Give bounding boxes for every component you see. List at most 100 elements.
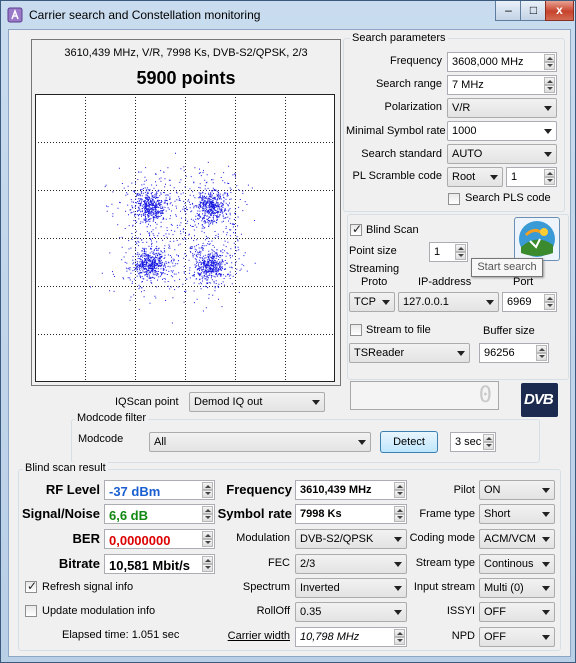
spin-down-icon (202, 564, 213, 572)
fec-value: 2/3 (300, 558, 316, 570)
point-size-input[interactable]: 1 (429, 242, 468, 262)
rolloff-select[interactable]: 0.35 (295, 602, 407, 622)
npd-value: OFF (484, 631, 506, 643)
frame-type-select[interactable]: Short (479, 504, 555, 524)
detect-button[interactable]: Detect (380, 431, 438, 453)
refresh-signal-checkbox[interactable] (25, 579, 37, 593)
result-frequency-field: 3610,439 MHz (295, 480, 407, 500)
rolloff-label: RollOff (256, 605, 290, 617)
dvb-logo-text: DVB (524, 391, 554, 408)
fec-select[interactable]: 2/3 (295, 554, 407, 574)
modulation-select[interactable]: DVB-S2/QPSK (295, 529, 407, 549)
spin-up-icon (202, 482, 213, 490)
frequency-input[interactable]: 3608,000 MHz (447, 52, 557, 72)
spin-down-icon (202, 539, 213, 547)
carrier-width-value: 10,798 MHz (300, 631, 360, 643)
coding-mode-select[interactable]: ACM/VCM (479, 529, 555, 549)
search-pls-checkbox[interactable] (448, 193, 460, 205)
packet-counter-value: 0 (478, 383, 492, 408)
stream-to-file-checkbox[interactable] (350, 324, 362, 336)
spin-up-icon (202, 556, 213, 564)
npd-label: NPD (451, 630, 475, 642)
detect-time-input[interactable]: 3 sec (450, 432, 496, 452)
result-frequency-label: Frequency (226, 482, 292, 497)
constellation-header: 3610,439 MHz, V/R, 7998 Ks, DVB-S2/QPSK,… (64, 47, 308, 59)
input-stream-select[interactable]: Multi (0) (479, 578, 555, 598)
min-symbol-rate-select[interactable]: 1000 (447, 121, 557, 141)
pilot-select[interactable]: ON (479, 480, 555, 500)
spin-down-icon[interactable] (483, 442, 494, 450)
search-standard-select[interactable]: AUTO (447, 144, 557, 164)
pl-scramble-code-value: 1 (511, 171, 518, 183)
spin-up-icon[interactable] (544, 54, 555, 62)
stream-to-file-label: Stream to file (366, 324, 431, 336)
maximize-button[interactable]: □ (520, 1, 547, 21)
streaming-label: Streaming (349, 263, 400, 275)
frequency-value: 3608,000 MHz (452, 56, 524, 68)
chevron-down-icon (542, 537, 550, 542)
stream-type-label: Stream type (415, 557, 475, 569)
spin-down-icon[interactable] (544, 85, 555, 93)
spin-up-icon[interactable] (536, 345, 547, 353)
ip-address-select[interactable]: 127.0.0.1 (398, 292, 499, 312)
port-value: 6969 (507, 296, 532, 308)
polarization-select[interactable]: V/R (447, 98, 557, 118)
issyi-label: ISSYI (446, 605, 475, 617)
port-input[interactable]: 6969 (502, 292, 557, 312)
spin-up-icon[interactable] (544, 294, 555, 302)
spin-down-icon[interactable] (544, 177, 555, 185)
iqscan-select[interactable]: Demod IQ out (189, 392, 325, 412)
issyi-select[interactable]: OFF (479, 602, 555, 622)
packet-counter: 0 (350, 381, 499, 410)
rf-level-label: RF Level (45, 482, 100, 497)
spin-up-icon[interactable] (455, 244, 466, 252)
spin-down-icon[interactable] (536, 353, 547, 361)
start-search-button[interactable] (514, 217, 560, 261)
spin-up-icon (394, 482, 405, 490)
buffer-size-label: Buffer size (483, 325, 535, 337)
spin-down-icon[interactable] (544, 302, 555, 310)
spin-up-icon[interactable] (544, 77, 555, 85)
ber-field: 0,0000000 (104, 529, 215, 549)
blind-scan-checkbox[interactable] (350, 222, 362, 236)
ber-label: BER (72, 531, 100, 546)
minimize-button[interactable]: – (495, 1, 522, 21)
fec-label: FEC (268, 557, 290, 569)
ber-value: 0,0000000 (109, 533, 171, 548)
search-standard-label: Search standard (361, 148, 442, 160)
iqscan-value: Demod IQ out (194, 396, 263, 408)
buffer-size-input[interactable]: 96256 (479, 343, 549, 363)
stream-type-value: Continous (484, 558, 534, 570)
chevron-down-icon (312, 400, 320, 405)
pl-scramble-code-input[interactable]: 1 (506, 167, 557, 187)
modcode-select[interactable]: All (149, 432, 371, 452)
close-button[interactable]: x (545, 1, 574, 21)
chevron-down-icon (544, 129, 552, 134)
spin-up-icon (202, 531, 213, 539)
npd-select[interactable]: OFF (479, 627, 555, 647)
pl-scramble-mode-select[interactable]: Root (447, 167, 503, 187)
chevron-down-icon (382, 300, 390, 305)
search-range-input[interactable]: 7 MHz (447, 75, 557, 95)
spin-down-icon[interactable] (455, 252, 466, 260)
carrier-width-label[interactable]: Carrier width (215, 630, 290, 642)
chevron-down-icon (542, 562, 550, 567)
title-bar[interactable]: Carrier search and Constellation monitor… (1, 1, 575, 29)
stream-app-select[interactable]: TSReader (349, 343, 470, 363)
rolloff-value: 0.35 (300, 606, 322, 618)
pl-scramble-mode-value: Root (452, 171, 476, 183)
spin-down-icon[interactable] (544, 62, 555, 70)
proto-select[interactable]: TCP (349, 292, 395, 312)
spectrum-select[interactable]: Inverted (295, 578, 407, 598)
chevron-down-icon (394, 586, 402, 591)
stream-type-select[interactable]: Continous (479, 554, 555, 574)
update-modulation-checkbox[interactable] (25, 605, 37, 617)
chevron-down-icon (544, 152, 552, 157)
spin-up-icon[interactable] (544, 169, 555, 177)
iqscan-label: IQScan point (115, 396, 179, 408)
ip-address-value: 127.0.0.1 (403, 296, 449, 308)
spin-up-icon[interactable] (483, 434, 494, 442)
frame-type-label: Frame type (419, 508, 475, 520)
search-pls-label: Search PLS code (465, 192, 551, 204)
client-area: 3610,439 MHz, V/R, 7998 Ks, DVB-S2/QPSK,… (8, 29, 571, 657)
